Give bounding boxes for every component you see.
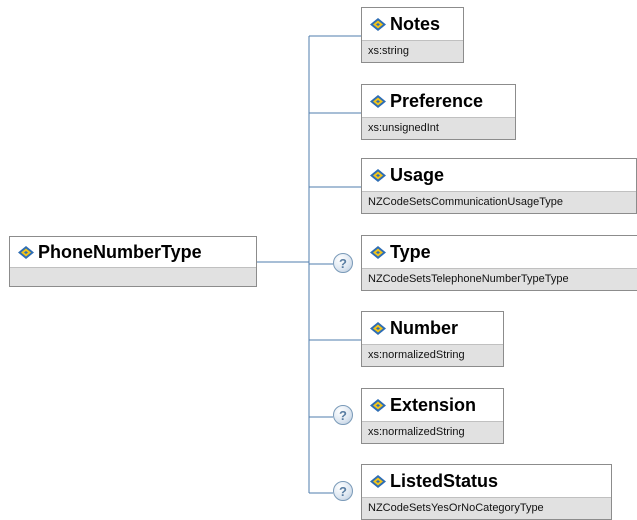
optional-marker-icon: ?: [333, 253, 353, 273]
element-diamond-icon: [370, 474, 386, 488]
element-name: ListedStatus: [390, 470, 499, 491]
child-element-usage[interactable]: Usage NZCodeSetsCommunicationUsageType: [361, 158, 637, 214]
element-diamond-icon: [370, 321, 386, 335]
element-diamond-icon: [370, 17, 386, 31]
optional-marker-icon: ?: [333, 481, 353, 501]
root-type-bar: [10, 267, 256, 286]
optional-marker-icon: ?: [333, 405, 353, 425]
element-type: NZCodeSetsCommunicationUsageType: [368, 196, 564, 208]
element-type: xs:normalizedString: [368, 426, 465, 438]
element-diamond-icon: [370, 398, 386, 412]
element-type: xs:normalizedString: [368, 349, 465, 361]
element-name: Notes: [390, 13, 441, 34]
child-element-preference[interactable]: Preference xs:unsignedInt: [361, 84, 516, 140]
element-diamond-icon: [370, 245, 386, 259]
element-type: xs:string: [368, 45, 409, 57]
element-name: Preference: [390, 90, 484, 111]
child-element-extension[interactable]: Extension xs:normalizedString: [361, 388, 504, 444]
element-type: NZCodeSetsTelephoneNumberTypeType: [368, 273, 569, 285]
element-name: Extension: [390, 394, 477, 415]
child-element-type[interactable]: Type NZCodeSetsTelephoneNumberTypeType: [361, 235, 637, 291]
element-type: NZCodeSetsYesOrNoCategoryType: [368, 502, 544, 514]
element-diamond-icon: [18, 245, 34, 259]
root-element-name: PhoneNumberType: [38, 241, 202, 262]
element-diamond-icon: [370, 94, 386, 108]
child-element-listedstatus[interactable]: ListedStatus NZCodeSetsYesOrNoCategoryTy…: [361, 464, 612, 520]
child-element-notes[interactable]: Notes xs:string: [361, 7, 464, 63]
element-type: xs:unsignedInt: [368, 122, 439, 134]
element-name: Type: [390, 241, 431, 262]
element-name: Number: [390, 317, 459, 338]
root-element-box[interactable]: PhoneNumberType: [9, 236, 257, 287]
child-element-number[interactable]: Number xs:normalizedString: [361, 311, 504, 367]
element-diamond-icon: [370, 168, 386, 182]
element-name: Usage: [390, 164, 445, 185]
